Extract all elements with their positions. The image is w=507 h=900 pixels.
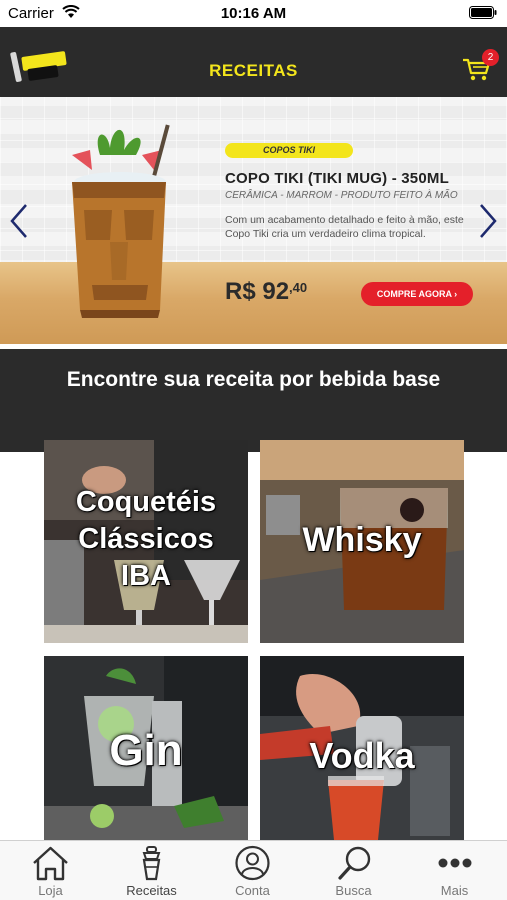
product-description: Com um acabamento detalhado e feito à mã… [225, 214, 464, 240]
promo-banner[interactable]: COPOS TIKI COPO TIKI (TIKI MUG) - 350ML … [0, 97, 507, 344]
page-title: RECEITAS [209, 61, 298, 80]
category-tile-iba[interactable]: Coquetéis Clássicos IBA [44, 440, 248, 643]
tab-loja[interactable]: Loja [0, 841, 101, 900]
tab-busca[interactable]: Busca [303, 841, 404, 900]
tab-label-receitas: Receitas [126, 883, 177, 898]
product-subtitle: CERÂMICA - MARROM - PRODUTO FEITO À MÃO [225, 190, 458, 201]
tab-conta[interactable]: Conta [202, 841, 303, 900]
shaker-icon [142, 846, 161, 881]
category-tile-whisky[interactable]: Whisky [260, 440, 464, 643]
buy-now-button[interactable]: COMPRE AGORA › [361, 282, 473, 306]
status-bar: Carrier 10:16 AM [0, 0, 507, 27]
product-price: R$ 92,40 [225, 278, 307, 306]
section-heading: Encontre sua receita por bebida base [0, 349, 507, 452]
category-label-vodka: Vodka [309, 735, 415, 776]
category-grid: Coquetéis Clássicos IBA Whisky Gin Vodka [0, 440, 507, 840]
category-label-gin: Gin [109, 726, 183, 775]
magnifier-icon [338, 846, 371, 880]
category-tile-gin[interactable]: Gin [44, 656, 248, 840]
tab-label-loja: Loja [38, 883, 63, 898]
tab-label-busca: Busca [335, 883, 372, 898]
bottom-tab-bar: Loja Receitas Conta Busca Mais [0, 840, 507, 900]
tab-mais[interactable]: Mais [404, 841, 505, 900]
app-header: RECEITAS 2 [0, 27, 507, 97]
battery-icon [469, 6, 497, 19]
category-tile-vodka[interactable]: Vodka [260, 656, 464, 840]
tab-label-mais: Mais [440, 883, 469, 898]
house-icon [33, 846, 68, 881]
carousel-next-arrow[interactable] [477, 203, 499, 239]
tiki-mug-image [72, 124, 170, 318]
tab-label-conta: Conta [235, 883, 270, 898]
section-title: Encontre sua receita por bebida base [66, 368, 441, 391]
category-label-iba: Coquetéis Clássicos IBA [75, 486, 217, 592]
product-name: COPO TIKI (TIKI MUG) - 350ML [225, 170, 449, 187]
price-main: R$ 92 [225, 278, 290, 305]
user-icon [235, 845, 270, 881]
cart-count-badge: 2 [482, 49, 499, 66]
more-dots-icon [438, 858, 472, 868]
carousel-prev-arrow[interactable] [8, 203, 30, 239]
product-category-tag: COPOS TIKI [225, 143, 353, 158]
tab-receitas[interactable]: Receitas [101, 841, 202, 900]
cart-button[interactable]: 2 [461, 49, 499, 85]
category-label-whisky: Whisky [302, 521, 422, 559]
price-cents: ,40 [289, 280, 308, 295]
status-time: 10:16 AM [220, 5, 287, 22]
